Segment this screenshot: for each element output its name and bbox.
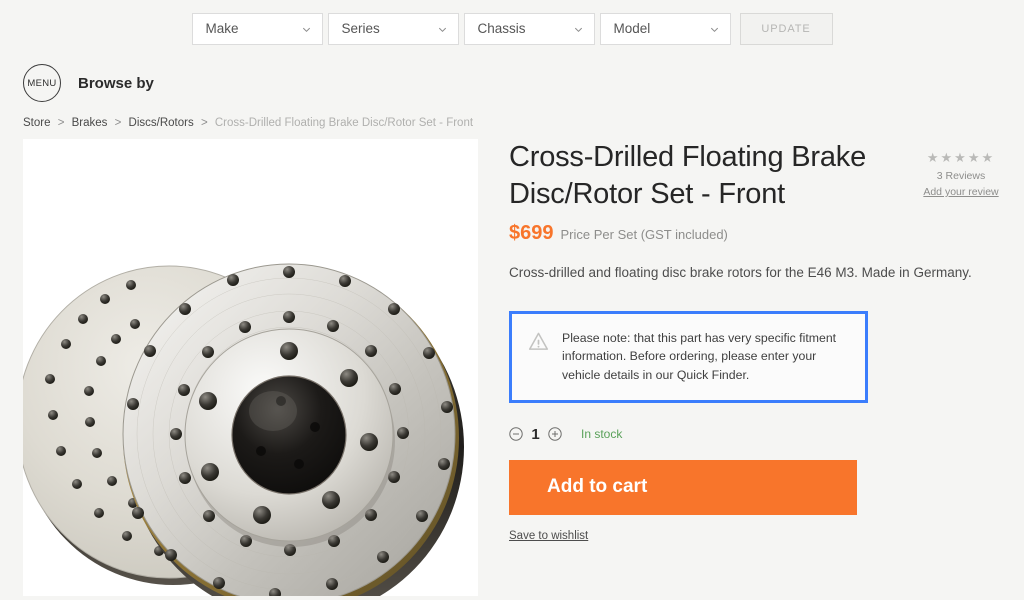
breadcrumb-separator: > <box>114 117 122 129</box>
breadcrumb-separator: > <box>200 117 208 129</box>
fitment-notice: Please note: that this part has very spe… <box>509 310 868 403</box>
add-to-cart-button[interactable]: Add to cart <box>509 459 857 515</box>
price-note: Price Per Set (GST included) <box>560 227 728 243</box>
select-chassis[interactable]: Chassis <box>463 13 595 45</box>
stock-status: In stock <box>581 427 623 442</box>
circle-plus-icon[interactable] <box>548 427 562 441</box>
breadcrumb-item-discs-rotors[interactable]: Discs/Rotors <box>129 117 194 129</box>
price-value: $699 <box>509 222 554 245</box>
select-chassis-label: Chassis <box>477 21 526 37</box>
select-make[interactable]: Make <box>191 13 323 45</box>
select-model-label: Model <box>613 21 651 37</box>
select-series[interactable]: Series <box>327 13 459 45</box>
breadcrumb-item-current: Cross-Drilled Floating Brake Disc/Rotor … <box>214 117 474 129</box>
select-model[interactable]: Model <box>599 13 731 45</box>
warning-triangle-icon <box>528 331 549 352</box>
breadcrumb: Store > Brakes > Discs/Rotors > Cross-Dr… <box>23 117 473 129</box>
page-title: Cross-Drilled Floating Brake Disc/Rotor … <box>509 141 867 210</box>
rating-block: ★★★★★ 3 Reviews Add your review <box>913 139 1009 200</box>
quantity-value[interactable]: 1 <box>531 426 540 443</box>
chevron-down-icon <box>709 24 720 35</box>
review-count-label: 3 Reviews <box>936 170 986 182</box>
product-details: Cross-Drilled Floating Brake Disc/Rotor … <box>509 139 1009 544</box>
breadcrumb-item-brakes[interactable]: Brakes <box>72 117 108 129</box>
select-series-label: Series <box>341 21 380 37</box>
chevron-down-icon <box>437 24 448 35</box>
price-row: $699 Price Per Set (GST included) <box>509 222 1009 245</box>
product-description: Cross-drilled and floating disc brake ro… <box>509 265 972 281</box>
product-photo <box>23 139 478 596</box>
fitment-notice-text: Please note: that this part has very spe… <box>562 330 837 382</box>
browse-by-label: Browse by <box>78 74 154 92</box>
select-make-label: Make <box>205 21 239 37</box>
breadcrumb-item-store[interactable]: Store <box>23 117 51 129</box>
title-row: Cross-Drilled Floating Brake Disc/Rotor … <box>509 139 1009 212</box>
menu-button[interactable]: MENU <box>23 64 61 102</box>
circle-minus-icon[interactable] <box>509 427 523 441</box>
vehicle-finder-bar: Make Series Chassis Model UPDATE <box>0 0 1024 58</box>
update-button[interactable]: UPDATE <box>739 13 833 45</box>
star-rating-icon[interactable]: ★★★★★ <box>913 151 1009 164</box>
chevron-down-icon <box>573 24 584 35</box>
browse-by-row: MENU Browse by <box>23 64 154 102</box>
breadcrumb-separator: > <box>57 117 65 129</box>
product-image-panel[interactable] <box>23 139 478 596</box>
quantity-stepper: 1 In stock <box>509 426 1009 443</box>
chevron-down-icon <box>301 24 312 35</box>
add-review-link[interactable]: Add your review <box>923 186 998 198</box>
save-to-wishlist-link[interactable]: Save to wishlist <box>509 530 588 542</box>
